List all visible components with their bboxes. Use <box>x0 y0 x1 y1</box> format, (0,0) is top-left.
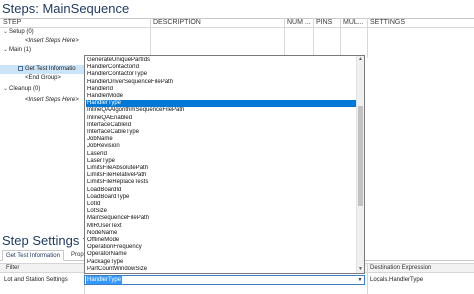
dropdown-option[interactable]: LoadBoardId <box>86 187 356 194</box>
column-header-num[interactable]: NUM ... <box>284 18 313 27</box>
dropdown-option[interactable]: HandlerType <box>86 100 356 108</box>
dropdown-option[interactable]: LimitsFileReplaceTests <box>86 179 356 186</box>
page-title: Steps: MainSequence <box>2 1 130 16</box>
dropdown-option[interactable]: InlineQAAlgorithmSequenceFilePath <box>86 107 356 114</box>
destination-expression-value[interactable]: Locals.HandlerType <box>370 275 423 285</box>
dropdown-option[interactable]: NodeName <box>86 230 356 237</box>
tree-row-label: <Insert Steps Here> <box>25 97 79 103</box>
column-header-mul[interactable]: MUL... <box>340 18 367 27</box>
tree-row-label: Get Test Informatio <box>25 66 76 72</box>
dropdown-option[interactable]: PartCountWindowSize <box>86 266 356 273</box>
column-header-pins[interactable]: PINS <box>313 18 340 27</box>
dropdown-option[interactable]: OperatorName <box>86 251 356 258</box>
scrollbar-thumb[interactable] <box>358 106 363 206</box>
scroll-up-arrow-icon[interactable]: ▲ <box>357 56 364 63</box>
dropdown-option[interactable]: JobRevision <box>86 143 356 150</box>
dropdown-option[interactable]: InterfaceCableId <box>86 122 356 129</box>
dropdown-option[interactable]: MainSequenceFilePath <box>86 215 356 222</box>
dropdown-option[interactable]: LoadBoardType <box>86 194 356 201</box>
dropdown-option[interactable]: OperationFrequency <box>86 244 356 251</box>
chevron-down-icon[interactable]: ▼ <box>356 276 364 284</box>
tree-row-label: <Insert Steps Here> <box>25 38 79 44</box>
tree-group-cleanup[interactable]: ⌄Cleanup (0) <box>3 85 40 94</box>
tree-insert-placeholder[interactable]: <Insert Steps Here> <box>25 96 79 105</box>
dropdown-option[interactable]: HandlerContactorId <box>86 64 356 71</box>
property-value-text[interactable]: HandlerType <box>86 276 123 284</box>
tree-end-group[interactable]: <End Group> <box>25 74 61 83</box>
dropdown-option[interactable]: JobName <box>86 136 356 143</box>
tree-row-label: Cleanup (0) <box>9 86 41 92</box>
dropdown-option[interactable]: OfflineMode <box>86 237 356 244</box>
tree-row-label: Main (1) <box>9 47 32 53</box>
header-divider <box>0 27 474 28</box>
dropdown-option[interactable]: GenerateUniquePartIds <box>86 57 356 64</box>
property-name: Lot and Station Settings <box>4 277 68 283</box>
filter-header[interactable]: Filter <box>6 263 19 273</box>
tree-group-main[interactable]: ⌄Main (1) <box>3 46 31 55</box>
dropdown-option[interactable]: HandlerId <box>86 86 356 93</box>
dropdown-option[interactable]: LotId <box>86 201 356 208</box>
tree-row-label: Setup (0) <box>9 29 34 35</box>
dropdown-option[interactable]: LimitsFileAbsolutePath <box>86 165 356 172</box>
property-value-dropdown[interactable]: HandlerType ▼ <box>84 275 365 285</box>
tree-step-get-test-information[interactable]: Get Test Informatio <box>18 65 76 74</box>
destination-expression-header[interactable]: Destination Expression <box>370 263 431 273</box>
dropdown-option[interactable]: LaserType <box>86 158 356 165</box>
tab-get-test-information[interactable]: Get Test Information <box>2 250 64 261</box>
dropdown-option[interactable]: HandlerDriverSequenceFilePath <box>86 79 356 86</box>
step-icon <box>18 66 23 71</box>
dropdown-list[interactable]: GenerateUniquePartIds HandlerContactorId H… <box>84 55 365 274</box>
column-header-settings[interactable]: SETTINGS <box>367 18 474 27</box>
dropdown-option[interactable]: PackageType <box>86 259 356 266</box>
scroll-down-arrow-icon[interactable]: ▼ <box>357 266 364 273</box>
dropdown-option[interactable]: MIRUserText <box>86 223 356 230</box>
dropdown-option[interactable]: InlineQAEnabled <box>86 115 356 122</box>
tree-group-setup[interactable]: ⌄Setup (0) <box>3 28 34 37</box>
tree-row-label: <End Group> <box>25 75 62 81</box>
column-separator <box>367 263 368 294</box>
column-header-description[interactable]: DESCRIPTION <box>150 18 284 27</box>
dropdown-option[interactable]: InterfaceCableType <box>86 129 356 136</box>
dropdown-scrollbar[interactable]: ▲ ▼ <box>356 56 364 273</box>
tree-insert-placeholder[interactable]: <Insert Steps Here> <box>25 37 79 46</box>
dropdown-option[interactable]: LotSize <box>86 208 356 215</box>
dropdown-option[interactable]: LaserId <box>86 151 356 158</box>
dropdown-option[interactable]: HandlerContactorType <box>86 71 356 78</box>
dropdown-option[interactable]: HandlerMode <box>86 93 356 100</box>
column-header-step[interactable]: STEP <box>0 18 150 27</box>
dropdown-option[interactable]: LimitsFileRelativePath <box>86 172 356 179</box>
